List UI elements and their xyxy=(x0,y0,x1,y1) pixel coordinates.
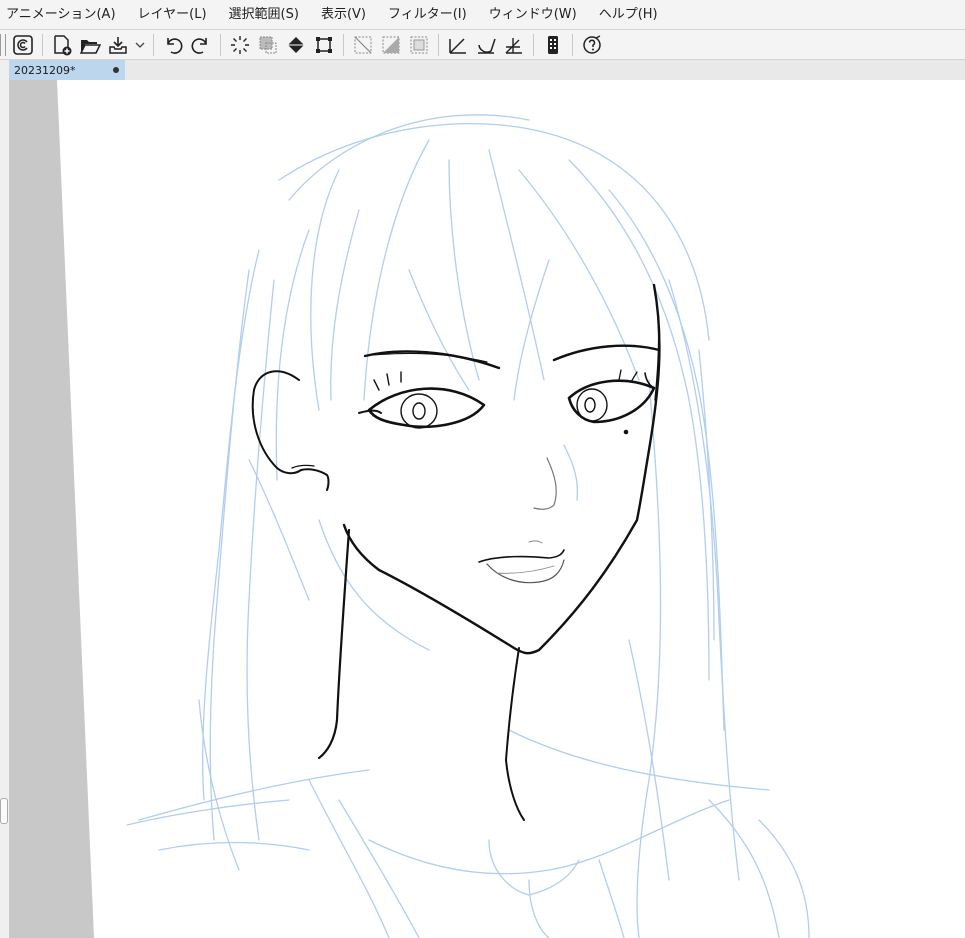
panel-scroll-handle[interactable] xyxy=(0,798,8,824)
fill-selection-icon[interactable] xyxy=(255,32,281,58)
document-tab-label: 20231209* xyxy=(14,63,76,77)
toolbar-separator xyxy=(572,33,573,56)
document-tab-bar: 20231209* xyxy=(9,60,965,80)
menu-bar: アニメーション(A) レイヤー(L) 選択範囲(S) 表示(V) フィルター(I… xyxy=(0,0,965,30)
save-icon[interactable] xyxy=(105,32,131,58)
canvas-view[interactable] xyxy=(9,80,965,938)
toolbar-separator xyxy=(438,33,439,56)
redo-icon[interactable] xyxy=(188,32,214,58)
snap-ruler-icon[interactable] xyxy=(445,32,471,58)
clear-icon[interactable] xyxy=(227,32,253,58)
chevron-down-icon[interactable] xyxy=(133,32,147,58)
toolbar-separator xyxy=(153,33,154,56)
toolbar-grip[interactable] xyxy=(0,33,6,56)
smartphone-icon[interactable] xyxy=(540,32,566,58)
unsaved-dot-icon xyxy=(113,67,119,73)
snap-special-ruler-icon[interactable] xyxy=(473,32,499,58)
show-selection-border-icon[interactable] xyxy=(406,32,432,58)
menu-layer[interactable]: レイヤー(L) xyxy=(127,0,218,29)
canvas-background xyxy=(9,80,965,938)
menu-selection[interactable]: 選択範囲(S) xyxy=(218,0,310,29)
menu-view[interactable]: 表示(V) xyxy=(310,0,377,29)
help-icon[interactable] xyxy=(579,32,605,58)
fill-icon[interactable] xyxy=(283,32,309,58)
snap-grid-icon[interactable] xyxy=(501,32,527,58)
toolbar-separator xyxy=(220,33,221,56)
open-folder-icon[interactable] xyxy=(77,32,103,58)
toolbar-separator xyxy=(533,33,534,56)
menu-filter[interactable]: フィルター(I) xyxy=(377,0,478,29)
deselect-icon[interactable] xyxy=(350,32,376,58)
canvas-area[interactable] xyxy=(9,80,965,938)
clip-studio-icon[interactable] xyxy=(10,32,36,58)
menu-help[interactable]: ヘルプ(H) xyxy=(588,0,669,29)
toolbar-separator xyxy=(343,33,344,56)
menu-animation[interactable]: アニメーション(A) xyxy=(0,0,127,29)
new-canvas-icon[interactable] xyxy=(49,32,75,58)
transform-icon[interactable] xyxy=(311,32,337,58)
menu-window[interactable]: ウィンドウ(W) xyxy=(478,0,588,29)
undo-icon[interactable] xyxy=(160,32,186,58)
command-bar xyxy=(0,30,965,60)
toolbar-separator xyxy=(42,33,43,56)
invert-selection-icon[interactable] xyxy=(378,32,404,58)
document-tab[interactable]: 20231209* xyxy=(9,60,125,80)
